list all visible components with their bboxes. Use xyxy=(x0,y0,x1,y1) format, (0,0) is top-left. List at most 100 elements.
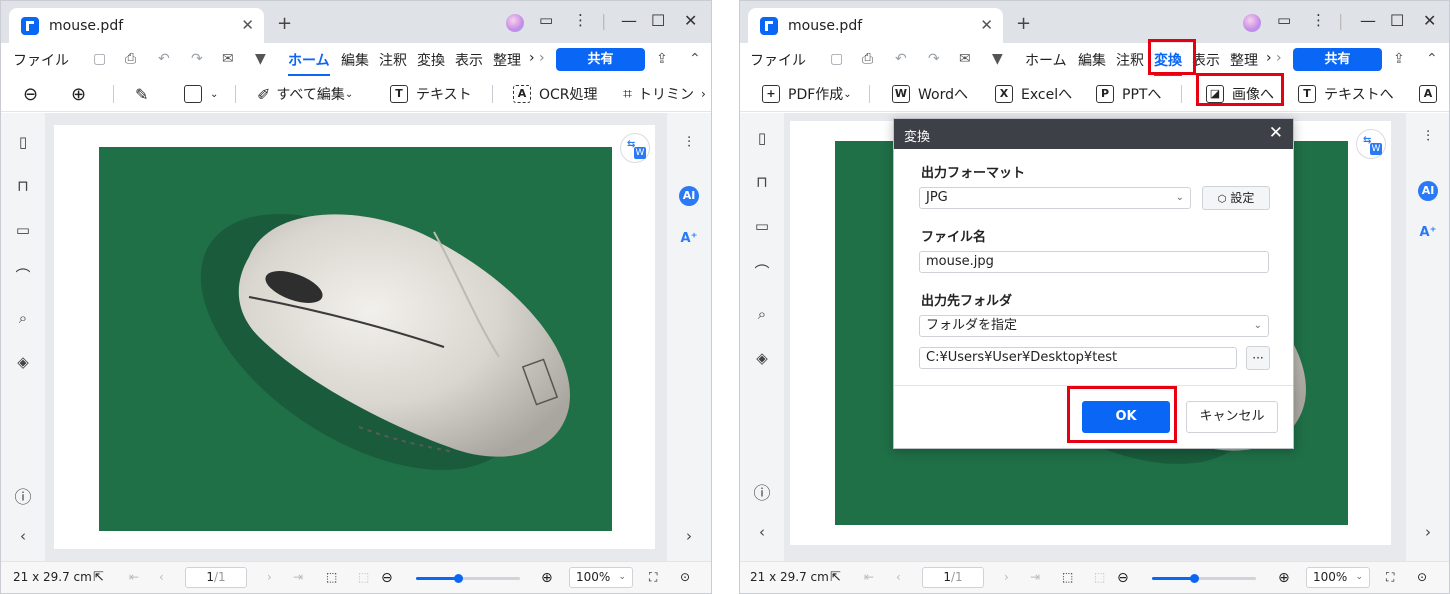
next-page-icon[interactable]: › xyxy=(1004,570,1009,584)
to-text-button[interactable]: T テキストへ xyxy=(1298,82,1394,106)
highlighter-icon[interactable]: ✎ xyxy=(135,82,148,106)
format-select[interactable]: JPG ⌄ xyxy=(919,187,1191,209)
print-icon[interactable]: ⎙ xyxy=(125,51,136,67)
menu-convert[interactable]: 変換 xyxy=(417,50,445,70)
menu-scroll-icon[interactable]: › xyxy=(539,50,545,66)
avatar[interactable] xyxy=(1243,14,1261,32)
to-word-button[interactable]: W Wordへ xyxy=(892,82,968,106)
collapse-left-icon[interactable]: ‹ xyxy=(740,523,784,541)
attachment-icon[interactable]: ⌒ xyxy=(1,265,45,286)
properties-icon[interactable]: ⫶ xyxy=(1406,127,1449,145)
rotate-icon[interactable]: ⬚ xyxy=(358,570,369,584)
next-page-icon[interactable]: › xyxy=(267,570,272,584)
status-zoom-out-icon[interactable]: ⊖ xyxy=(381,570,393,586)
save-icon[interactable]: ▢ xyxy=(93,51,106,67)
translate-page-icon[interactable]: ⇆ W xyxy=(620,133,650,163)
menu-edit[interactable]: 編集 xyxy=(1078,50,1106,70)
upload-icon[interactable]: ⇪ xyxy=(656,51,668,67)
menu-view[interactable]: 表示 xyxy=(455,50,483,70)
document-tab[interactable]: mouse.pdf ✕ xyxy=(748,8,1003,43)
more-options-icon[interactable]: ⊙ xyxy=(1417,570,1427,584)
zoom-slider[interactable] xyxy=(1152,574,1256,583)
expand-right-icon[interactable]: › xyxy=(667,527,711,545)
menu-home[interactable]: ホーム xyxy=(1025,50,1067,70)
zoom-slider[interactable] xyxy=(416,574,520,583)
close-tab-icon[interactable]: ✕ xyxy=(980,16,993,34)
close-window-icon[interactable]: ✕ xyxy=(684,11,697,30)
rotate-icon[interactable]: ⬚ xyxy=(1094,570,1105,584)
quick-access-dropdown-icon[interactable]: ▼ xyxy=(992,51,1003,67)
zoom-out-icon[interactable]: ⊖ xyxy=(23,82,38,106)
mail-icon[interactable]: ✉ xyxy=(959,51,971,67)
ocr-button[interactable]: A OCR処理 xyxy=(513,82,598,106)
search-icon[interactable]: ⌕ xyxy=(740,305,784,323)
layers-icon[interactable]: ◈ xyxy=(1,353,45,371)
settings-button[interactable]: ⬡ 設定 xyxy=(1202,186,1270,210)
more-icon[interactable]: ⋮ xyxy=(573,11,588,29)
feedback-icon[interactable]: ▭ xyxy=(539,11,553,29)
quick-access-dropdown-icon[interactable]: ▼ xyxy=(255,51,266,67)
menu-file[interactable]: ファイル xyxy=(13,50,69,70)
folder-select[interactable]: フォルダを指定 ⌄ xyxy=(919,315,1269,337)
menu-home[interactable]: ホーム xyxy=(288,50,330,76)
new-tab-icon[interactable]: + xyxy=(1016,13,1031,34)
help-icon[interactable]: ⓘ xyxy=(740,479,784,504)
share-button[interactable]: 共有 xyxy=(1293,48,1382,71)
page-number-field[interactable]: 1/1 xyxy=(922,567,984,588)
menu-more-icon[interactable]: › xyxy=(529,50,535,66)
first-page-icon[interactable]: ⇤ xyxy=(129,570,139,584)
print-icon[interactable]: ⎙ xyxy=(862,51,873,67)
search-icon[interactable]: ⌕ xyxy=(1,309,45,327)
first-page-icon[interactable]: ⇤ xyxy=(864,570,874,584)
fullscreen-icon[interactable]: ⛶ xyxy=(1386,570,1394,585)
bookmark-icon[interactable]: ⊓ xyxy=(1,177,45,195)
close-tab-icon[interactable]: ✕ xyxy=(241,16,254,34)
maximize-icon[interactable]: ☐ xyxy=(651,11,665,30)
edit-all-button[interactable]: ✐ すべて編集 ⌄ xyxy=(257,82,353,106)
cancel-button[interactable]: キャンセル xyxy=(1186,401,1278,433)
prev-page-icon[interactable]: ‹ xyxy=(159,570,164,584)
to-ppt-button[interactable]: P PPTへ xyxy=(1096,82,1161,106)
page-number-field[interactable]: 1/1 xyxy=(185,567,247,588)
more-icon[interactable]: ⋮ xyxy=(1311,11,1326,29)
pdf-create-button[interactable]: + PDF作成 ⌄ xyxy=(762,82,852,106)
filename-input[interactable]: mouse.jpg xyxy=(919,251,1269,273)
text-button[interactable]: T テキスト xyxy=(390,82,472,106)
feedback-icon[interactable]: ▭ xyxy=(1277,11,1291,29)
menu-annotate[interactable]: 注釈 xyxy=(1116,50,1144,70)
share-button[interactable]: 共有 xyxy=(556,48,645,71)
rectangle-tool[interactable]: ⌄ xyxy=(184,82,218,106)
fullscreen-icon[interactable]: ⛶ xyxy=(649,570,657,585)
status-zoom-in-icon[interactable]: ⊕ xyxy=(541,570,553,586)
new-tab-icon[interactable]: + xyxy=(277,13,292,34)
translate-icon[interactable]: A⁺ xyxy=(1406,225,1449,240)
prev-page-icon[interactable]: ‹ xyxy=(896,570,901,584)
undo-icon[interactable]: ↶ xyxy=(158,51,170,67)
help-icon[interactable]: ⓘ xyxy=(1,483,45,508)
fit-page-icon[interactable]: ⬚ xyxy=(326,570,337,584)
zoom-select[interactable]: 100% ⌄ xyxy=(1306,567,1370,588)
bookmark-icon[interactable]: ⊓ xyxy=(740,173,784,191)
select-cursor-icon[interactable]: ⇱ xyxy=(830,570,841,585)
avatar[interactable] xyxy=(506,14,524,32)
page-thumbnail-icon[interactable]: ▯ xyxy=(1,133,45,151)
browse-button[interactable]: ··· xyxy=(1246,346,1270,370)
properties-icon[interactable]: ⫶ xyxy=(667,133,711,151)
menu-view[interactable]: 表示 xyxy=(1192,50,1220,70)
status-zoom-in-icon[interactable]: ⊕ xyxy=(1278,570,1290,586)
trim-button[interactable]: ⌗ トリミン xyxy=(623,82,694,106)
menu-edit[interactable]: 編集 xyxy=(341,50,369,70)
translate-icon[interactable]: A⁺ xyxy=(667,231,711,246)
redo-icon[interactable]: ↷ xyxy=(928,51,940,67)
document-tab[interactable]: mouse.pdf ✕ xyxy=(9,8,264,43)
zoom-select[interactable]: 100% ⌄ xyxy=(569,567,633,588)
ai-icon[interactable]: AI xyxy=(1418,181,1438,201)
minimize-icon[interactable]: — xyxy=(1360,11,1376,30)
expand-right-icon[interactable]: › xyxy=(1406,523,1449,541)
undo-icon[interactable]: ↶ xyxy=(895,51,907,67)
save-icon[interactable]: ▢ xyxy=(830,51,843,67)
collapse-left-icon[interactable]: ‹ xyxy=(1,527,45,545)
ai-icon[interactable]: AI xyxy=(679,186,699,206)
more-options-icon[interactable]: ⊙ xyxy=(680,570,690,584)
menu-organize[interactable]: 整理 xyxy=(1230,50,1258,70)
